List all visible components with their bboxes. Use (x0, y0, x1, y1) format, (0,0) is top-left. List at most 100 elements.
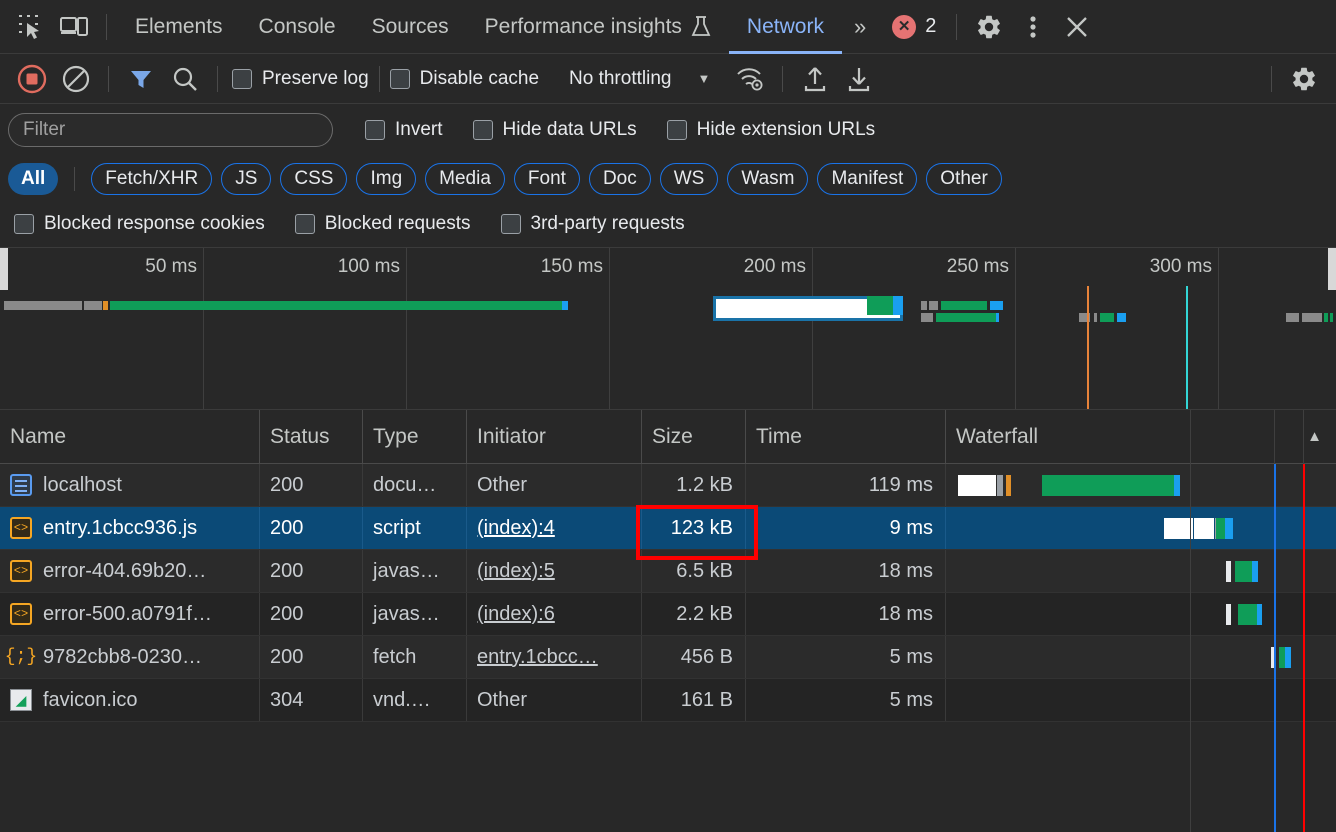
pill-label: Img (370, 168, 402, 190)
network-overview-timeline[interactable]: 50 ms100 ms150 ms200 ms250 ms300 ms (0, 248, 1336, 410)
import-har-icon[interactable] (793, 57, 837, 101)
clear-icon[interactable] (54, 57, 98, 101)
advanced-filter-row: Blocked response cookies Blocked request… (0, 201, 1336, 248)
waterfall-bar-segment (1042, 475, 1175, 496)
cell-size-text: 161 B (681, 689, 733, 712)
waterfall-bar-segment (958, 475, 996, 496)
export-har-icon[interactable] (837, 57, 881, 101)
table-row[interactable]: localhost200docu…Other1.2 kB119 ms (0, 464, 1336, 507)
device-toolbar-icon[interactable] (52, 5, 96, 49)
filter-pill-wasm[interactable]: Wasm (727, 163, 808, 195)
column-header-time[interactable]: Time (746, 410, 946, 463)
cell-status-text: 200 (270, 646, 303, 669)
table-row[interactable]: ◢favicon.ico304vnd.…Other161 B5 ms (0, 679, 1336, 722)
cell-time-text: 119 ms (869, 474, 933, 497)
cell-time-text: 5 ms (890, 689, 933, 712)
search-icon[interactable] (163, 57, 207, 101)
filter-pill-doc[interactable]: Doc (589, 163, 651, 195)
overview-request-bar (996, 313, 999, 322)
inspect-element-icon[interactable] (8, 5, 52, 49)
tab-performance-insights[interactable]: Performance insights (467, 0, 729, 54)
initiator-link[interactable]: (index):4 (477, 517, 555, 540)
column-header-waterfall[interactable]: Waterfall▲ (946, 410, 1336, 463)
more-tabs-icon[interactable]: » (842, 14, 878, 40)
record-stop-icon[interactable] (10, 57, 54, 101)
cell-status: 200 (260, 464, 363, 506)
checkbox-box (295, 214, 315, 234)
tab-network[interactable]: Network (729, 0, 842, 54)
hide-data-urls-checkbox[interactable]: Hide data URLs (473, 119, 637, 141)
third-party-requests-checkbox[interactable]: 3rd-party requests (501, 213, 685, 235)
tab-console[interactable]: Console (241, 0, 354, 54)
request-name: localhost (43, 474, 122, 497)
pill-divider (74, 167, 75, 191)
column-header-type[interactable]: Type (363, 410, 467, 463)
blocked-response-cookies-checkbox[interactable]: Blocked response cookies (14, 213, 265, 235)
pill-label: Manifest (831, 168, 903, 190)
tab-sources[interactable]: Sources (354, 0, 467, 54)
initiator-link[interactable]: entry.1cbcc… (477, 646, 598, 669)
close-icon[interactable] (1055, 5, 1099, 49)
cell-initiator: Other (467, 464, 642, 506)
network-settings-gear-icon[interactable] (1282, 57, 1326, 101)
filter-pill-fetch-xhr[interactable]: Fetch/XHR (91, 163, 212, 195)
hide-extension-urls-checkbox[interactable]: Hide extension URLs (667, 119, 875, 141)
request-name: entry.1cbcc936.js (43, 517, 197, 540)
disable-cache-checkbox[interactable]: Disable cache (390, 68, 539, 90)
cell-size: 6.5 kB (642, 550, 746, 592)
filter-pill-js[interactable]: JS (221, 163, 271, 195)
wifi-settings-icon[interactable] (728, 57, 772, 101)
tab-label: Performance insights (485, 15, 682, 39)
filter-pill-all[interactable]: All (8, 163, 58, 195)
request-name: error-500.a0791f… (43, 603, 212, 626)
waterfall-bar-segment (1174, 475, 1180, 496)
initiator-link[interactable]: (index):6 (477, 603, 555, 626)
filter-pill-img[interactable]: Img (356, 163, 416, 195)
blocked-requests-checkbox[interactable]: Blocked requests (295, 213, 471, 235)
column-header-initiator[interactable]: Initiator (467, 410, 642, 463)
filter-pill-css[interactable]: CSS (280, 163, 347, 195)
initiator-link[interactable]: (index):5 (477, 560, 555, 583)
disable-cache-label: Disable cache (420, 68, 539, 90)
cell-size: 161 B (642, 679, 746, 721)
waterfall-bar-segment (997, 475, 1003, 496)
filter-pill-manifest[interactable]: Manifest (817, 163, 917, 195)
throttling-dropdown[interactable]: No throttling ▼ (565, 68, 710, 90)
column-header-status[interactable]: Status (260, 410, 363, 463)
overview-right-handle[interactable] (1328, 248, 1336, 290)
funnel-icon[interactable] (119, 57, 163, 101)
invert-checkbox[interactable]: Invert (365, 119, 443, 141)
filter-pill-ws[interactable]: WS (660, 163, 719, 195)
pill-label: CSS (294, 168, 333, 190)
table-row[interactable]: <>error-404.69b20…200javas…(index):56.5 … (0, 550, 1336, 593)
cell-size-text: 6.5 kB (676, 560, 733, 583)
cell-time-text: 18 ms (879, 560, 933, 583)
error-count-badge[interactable]: ✕ 2 (878, 15, 946, 39)
filter-pill-other[interactable]: Other (926, 163, 1002, 195)
column-header-label: Waterfall (956, 425, 1038, 449)
cell-type: script (363, 507, 467, 549)
gear-icon[interactable] (967, 5, 1011, 49)
tab-elements[interactable]: Elements (117, 0, 241, 54)
overview-request-bar (1094, 313, 1097, 322)
overview-gridline (609, 248, 610, 409)
hide-data-urls-label: Hide data URLs (503, 119, 637, 141)
table-row[interactable]: <>entry.1cbcc936.js200script(index):4123… (0, 507, 1336, 550)
filter-pill-font[interactable]: Font (514, 163, 580, 195)
cell-name: <>error-500.a0791f… (0, 593, 260, 635)
filter-pill-media[interactable]: Media (425, 163, 505, 195)
column-header-name[interactable]: Name (0, 410, 260, 463)
error-circle-icon: ✕ (892, 15, 916, 39)
cell-type-text: docu… (373, 474, 436, 497)
filter-input[interactable] (8, 113, 333, 147)
kebab-menu-icon[interactable] (1011, 5, 1055, 49)
preserve-log-checkbox[interactable]: Preserve log (232, 68, 369, 90)
table-row[interactable]: <>error-500.a0791f…200javas…(index):62.2… (0, 593, 1336, 636)
overview-request-bar (1302, 313, 1322, 322)
overview-left-handle[interactable] (0, 248, 8, 290)
tab-label: Network (747, 15, 824, 39)
flask-icon (691, 15, 711, 39)
cell-type-text: fetch (373, 646, 416, 669)
table-row[interactable]: {;}9782cbb8-0230…200fetchentry.1cbcc…456… (0, 636, 1336, 679)
column-header-size[interactable]: Size (642, 410, 746, 463)
